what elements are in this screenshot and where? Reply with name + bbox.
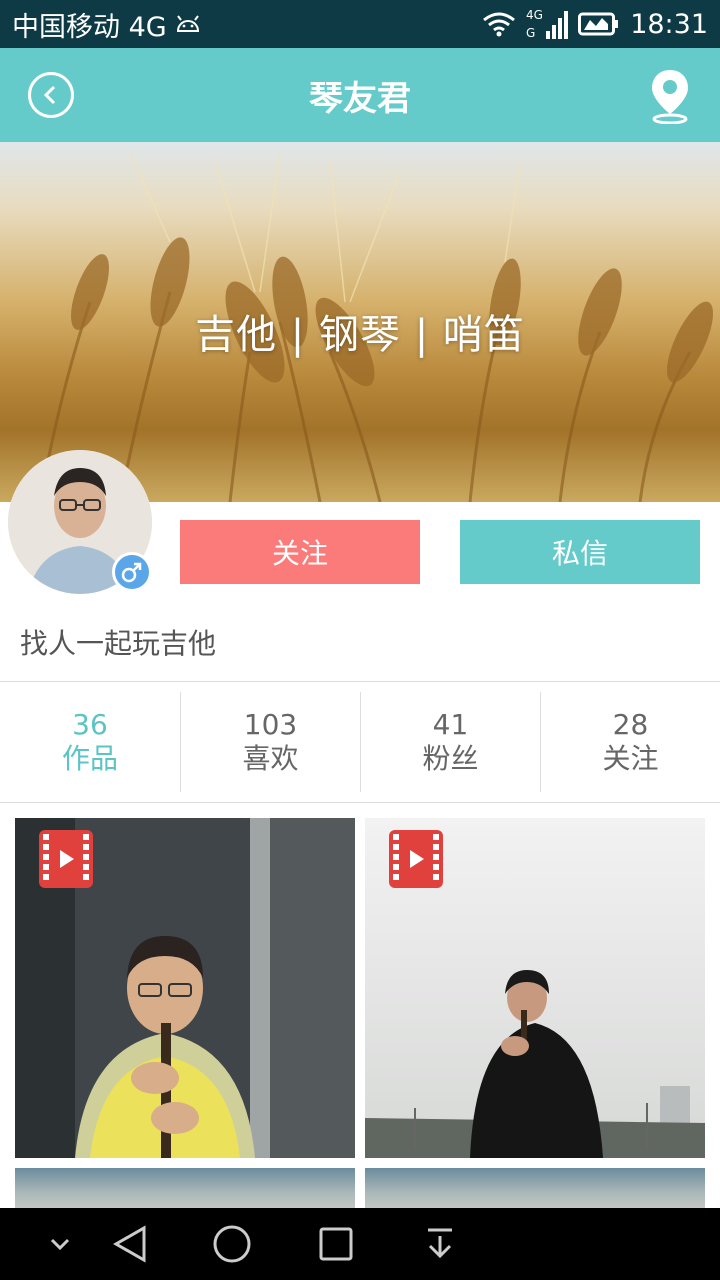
home-nav-button[interactable] xyxy=(202,1208,262,1280)
likes-count: 103 xyxy=(243,708,298,741)
location-pin-icon xyxy=(652,70,688,125)
svg-text:G: G xyxy=(526,26,535,40)
work-item[interactable] xyxy=(365,1168,705,1208)
location-button[interactable] xyxy=(650,68,690,125)
back-circle-icon xyxy=(43,85,56,105)
battery-charging-icon xyxy=(578,12,619,36)
works-count: 36 xyxy=(72,708,108,741)
male-gender-badge xyxy=(112,552,152,592)
divider xyxy=(0,802,720,803)
tab-works[interactable]: 36 作品 xyxy=(0,692,180,792)
follow-button[interactable]: 关注 xyxy=(180,520,420,584)
hide-nav-button[interactable] xyxy=(40,1208,80,1280)
video-play-icon xyxy=(389,830,443,888)
following-label: 关注 xyxy=(602,742,659,775)
work-item[interactable] xyxy=(365,818,705,1158)
tab-fans[interactable]: 41 粉丝 xyxy=(360,692,540,792)
recents-nav-button[interactable] xyxy=(306,1208,366,1280)
back-triangle-icon xyxy=(112,1225,146,1263)
avatar-container[interactable] xyxy=(8,450,152,594)
page-title: 琴友君 xyxy=(309,78,411,119)
work-item[interactable] xyxy=(15,1168,355,1208)
likes-label: 喜欢 xyxy=(242,742,299,775)
following-count: 28 xyxy=(612,708,649,741)
status-bar: 中国移动 4G 4G G 18:31 xyxy=(0,0,720,48)
download-icon xyxy=(428,1228,452,1259)
status-time: 18:31 xyxy=(630,8,708,40)
wifi-icon xyxy=(483,12,516,37)
banner-tags: 吉他 | 钢琴 | 哨笛 xyxy=(195,312,525,358)
status-right: 4G G 18:31 xyxy=(482,7,708,41)
navigation-bar xyxy=(0,1208,720,1280)
android-icon xyxy=(176,15,199,32)
back-button[interactable] xyxy=(28,72,74,118)
divider xyxy=(0,681,720,682)
work-item[interactable] xyxy=(15,818,355,1158)
notification-nav-button[interactable] xyxy=(410,1208,470,1280)
works-label: 作品 xyxy=(61,742,118,775)
carrier-label: 中国移动 4G xyxy=(12,11,167,43)
back-nav-button[interactable] xyxy=(100,1208,160,1280)
chevron-down-icon xyxy=(50,1238,70,1251)
home-circle-icon xyxy=(213,1225,251,1263)
fans-count: 41 xyxy=(432,708,469,741)
network-label: 4G xyxy=(526,8,543,22)
fans-label: 粉丝 xyxy=(422,742,479,775)
stats-tabs: 36 作品 103 喜欢 41 粉丝 28 关注 xyxy=(0,692,720,792)
tab-likes[interactable]: 103 喜欢 xyxy=(180,692,360,792)
profile-banner: 吉他 | 钢琴 | 哨笛 xyxy=(0,142,720,502)
signal-icon: 4G G xyxy=(526,8,569,40)
message-button[interactable]: 私信 xyxy=(460,520,700,584)
recents-square-icon xyxy=(319,1227,353,1261)
video-play-icon xyxy=(39,830,93,888)
tab-following[interactable]: 28 关注 xyxy=(540,692,720,792)
profile-bio: 找人一起玩吉他 xyxy=(20,627,217,660)
male-icon xyxy=(121,562,142,583)
app-bar: 琴友君 xyxy=(0,48,720,142)
status-left: 中国移动 4G xyxy=(12,5,201,44)
